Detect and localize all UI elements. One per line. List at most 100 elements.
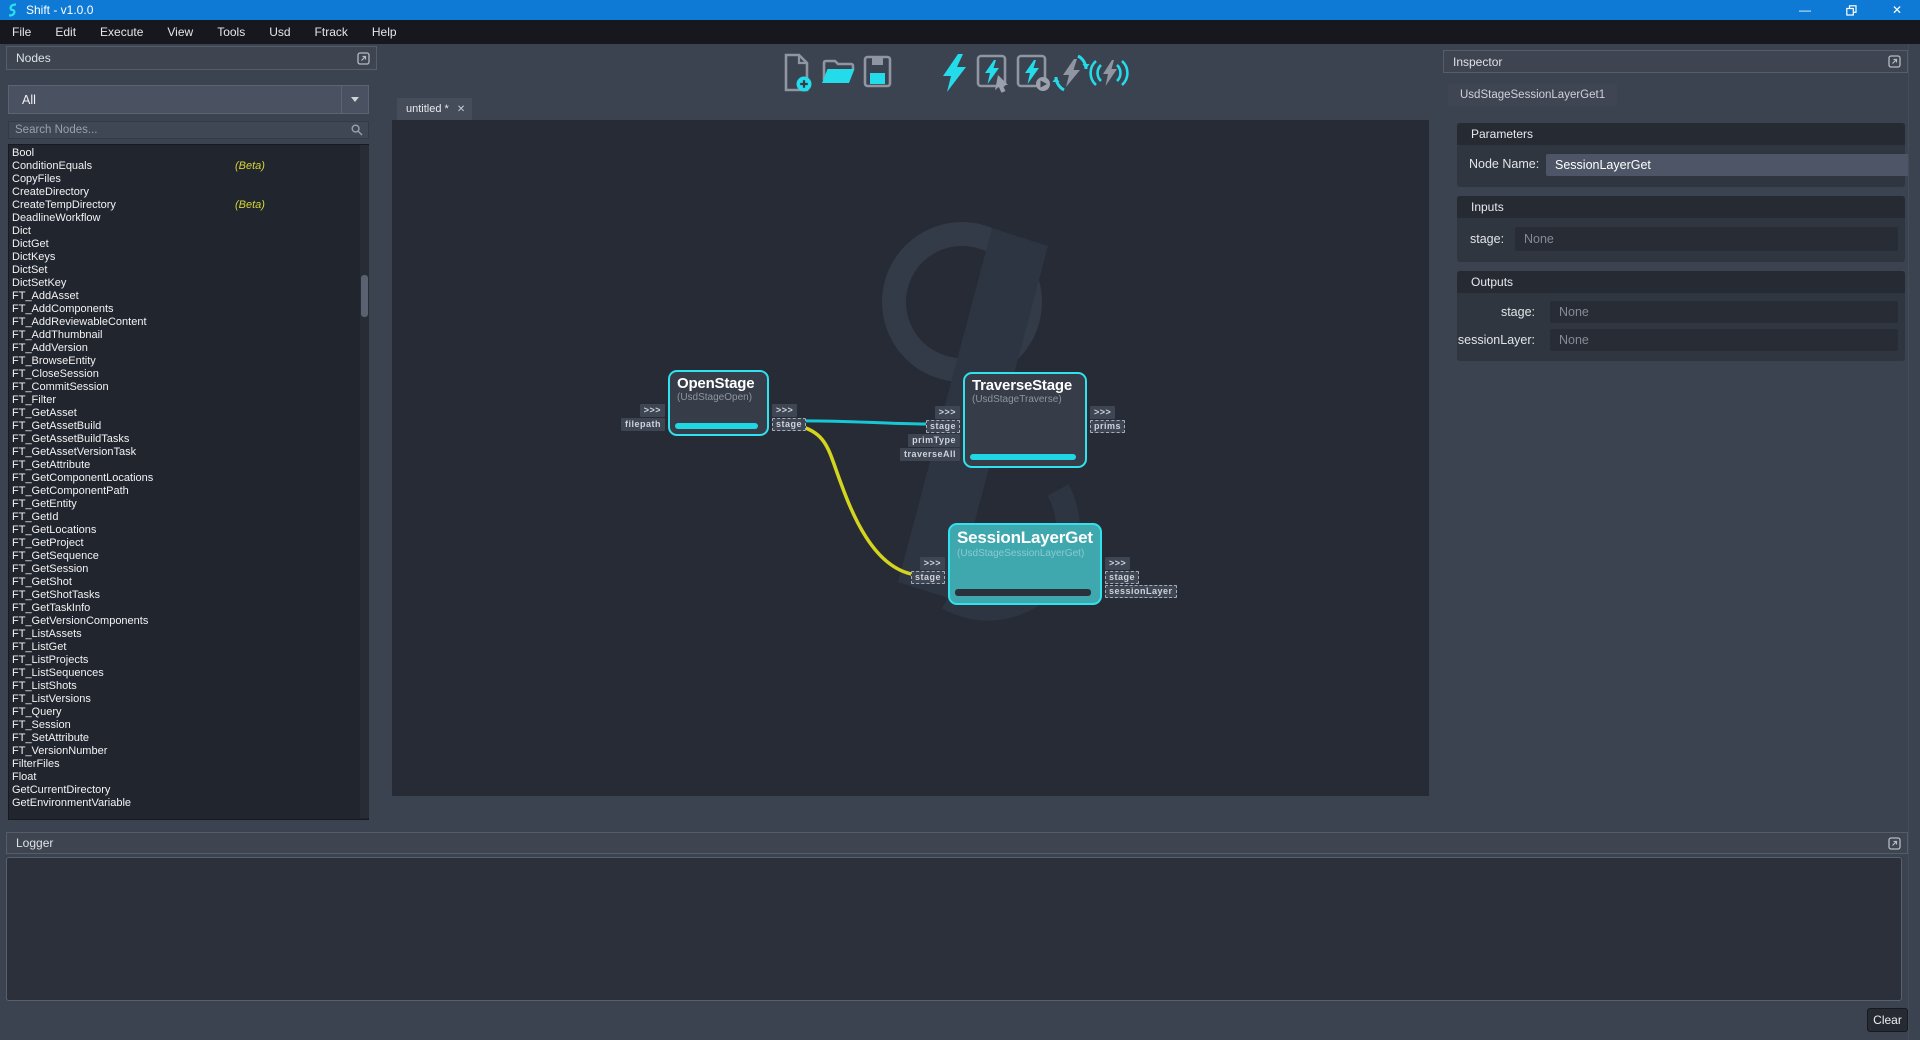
node-list-item[interactable]: FT_GetEntity xyxy=(9,498,368,511)
node-list-item[interactable]: FT_ListProjects xyxy=(9,654,368,667)
live-execute-button[interactable] xyxy=(1089,52,1129,94)
node-list-item[interactable]: GetCurrentDirectory xyxy=(9,784,368,797)
execute-selected-button[interactable] xyxy=(973,52,1013,94)
list-scrollbar-handle[interactable] xyxy=(361,275,368,317)
menu-item[interactable]: Tools xyxy=(205,20,257,44)
node-list-item[interactable]: FT_AddVersion xyxy=(9,342,368,355)
node-list-item[interactable]: FT_GetVersionComponents xyxy=(9,615,368,628)
node-list-item[interactable]: FT_GetAssetVersionTask xyxy=(9,446,368,459)
node-list-item[interactable]: FT_GetShot xyxy=(9,576,368,589)
node-list-item[interactable]: FT_Query xyxy=(9,706,368,719)
tab-close-icon[interactable]: ✕ xyxy=(457,104,465,115)
node-list-item[interactable]: FT_GetComponentLocations xyxy=(9,472,368,485)
node-filter-dropdown[interactable]: All xyxy=(8,85,369,114)
node-list-item[interactable]: Float xyxy=(9,771,368,784)
node-list-item[interactable]: FT_GetShotTasks xyxy=(9,589,368,602)
save-graph-button[interactable] xyxy=(857,52,897,94)
node-list-item[interactable]: FT_AddReviewableContent xyxy=(9,316,368,329)
input-port[interactable]: >>> xyxy=(935,406,960,419)
node-list-item[interactable]: FT_GetSequence xyxy=(9,550,368,563)
graph-node-traversestage[interactable]: TraverseStage (UsdStageTraverse) >>>stag… xyxy=(963,372,1087,468)
output-port[interactable]: >>> xyxy=(772,404,797,417)
execute-from-selected-button[interactable] xyxy=(1013,52,1053,94)
node-list-item[interactable]: DictKeys xyxy=(9,251,368,264)
new-graph-button[interactable] xyxy=(777,52,817,94)
node-list-item[interactable]: FT_SetAttribute xyxy=(9,732,368,745)
node-list-item[interactable]: FT_Filter xyxy=(9,394,368,407)
node-list-item[interactable]: DictGet xyxy=(9,238,368,251)
node-list-item[interactable]: FT_AddThumbnail xyxy=(9,329,368,342)
undock-panel-icon[interactable] xyxy=(1888,55,1901,68)
output-port[interactable]: stage xyxy=(1105,571,1139,584)
input-port[interactable]: >>> xyxy=(640,404,665,417)
input-port[interactable]: >>> xyxy=(920,557,945,570)
execute-button[interactable] xyxy=(934,52,974,94)
node-list-item[interactable]: FT_AddAsset xyxy=(9,290,368,303)
minimize-button[interactable]: — xyxy=(1782,0,1828,20)
node-list-item[interactable]: FT_GetId xyxy=(9,511,368,524)
node-list-item[interactable]: FT_ListGet xyxy=(9,641,368,654)
menu-item[interactable]: Ftrack xyxy=(303,20,360,44)
undock-panel-icon[interactable] xyxy=(357,52,370,65)
input-port[interactable]: traverseAll xyxy=(900,448,960,461)
output-port[interactable]: stage xyxy=(772,418,806,431)
list-scrollbar-track[interactable] xyxy=(360,145,369,818)
node-list-item[interactable]: FT_VersionNumber xyxy=(9,745,368,758)
dropdown-arrow-icon[interactable] xyxy=(341,86,368,113)
node-list-item[interactable]: FT_GetAssetBuild xyxy=(9,420,368,433)
graph-tab[interactable]: untitled * ✕ xyxy=(397,98,472,120)
node-list-item[interactable]: GetEnvironmentVariable xyxy=(9,797,368,810)
node-list-item[interactable]: ConditionEquals (Beta) xyxy=(9,160,368,173)
re-execute-button[interactable] xyxy=(1051,52,1091,94)
node-list-item[interactable]: FT_GetComponentPath xyxy=(9,485,368,498)
output-port[interactable]: >>> xyxy=(1090,406,1115,419)
restore-button[interactable] xyxy=(1828,0,1874,20)
node-list-item[interactable]: FT_ListShots xyxy=(9,680,368,693)
node-list-item[interactable]: CreateTempDirectory (Beta) xyxy=(9,199,368,212)
menu-item[interactable]: Help xyxy=(360,20,409,44)
node-list-item[interactable]: DictSet xyxy=(9,264,368,277)
node-list-item[interactable]: DictSetKey xyxy=(9,277,368,290)
menu-item[interactable]: Edit xyxy=(43,20,88,44)
node-list-item[interactable]: DeadlineWorkflow xyxy=(9,212,368,225)
node-list-item[interactable]: FT_BrowseEntity xyxy=(9,355,368,368)
output-port[interactable]: >>> xyxy=(1105,557,1130,570)
node-list-item[interactable]: FT_GetTaskInfo xyxy=(9,602,368,615)
node-list-item[interactable]: FT_ListVersions xyxy=(9,693,368,706)
input-port[interactable]: stage xyxy=(911,571,945,584)
output-port[interactable]: sessionLayer xyxy=(1105,585,1177,598)
node-list-item[interactable]: CreateDirectory xyxy=(9,186,368,199)
search-nodes-input[interactable] xyxy=(9,124,351,136)
node-name-input[interactable] xyxy=(1546,154,1916,176)
graph-node-sessionlayerget[interactable]: SessionLayerGet (UsdStageSessionLayerGet… xyxy=(948,523,1102,605)
node-list-item[interactable]: FT_GetLocations xyxy=(9,524,368,537)
node-list-item[interactable]: FT_GetAsset xyxy=(9,407,368,420)
node-list-item[interactable]: FT_AddComponents xyxy=(9,303,368,316)
node-list-item[interactable]: FilterFiles xyxy=(9,758,368,771)
node-list-item[interactable]: FT_Session xyxy=(9,719,368,732)
menu-item[interactable]: Usd xyxy=(257,20,302,44)
menu-item[interactable]: Execute xyxy=(88,20,155,44)
node-list-item[interactable]: FT_ListAssets xyxy=(9,628,368,641)
input-port[interactable]: primType xyxy=(908,434,960,447)
graph-node-openstage[interactable]: OpenStage (UsdStageOpen) >>>filepath >>>… xyxy=(668,370,769,436)
wire-stage-to-sessionlayerget[interactable] xyxy=(796,425,917,575)
graph-canvas[interactable]: OpenStage (UsdStageOpen) >>>filepath >>>… xyxy=(392,120,1429,796)
node-list-item[interactable]: Dict xyxy=(9,225,368,238)
node-list-item[interactable]: FT_GetSession xyxy=(9,563,368,576)
input-port[interactable]: filepath xyxy=(621,418,665,431)
input-port[interactable]: stage xyxy=(926,420,960,433)
undock-panel-icon[interactable] xyxy=(1888,837,1901,850)
node-list-item[interactable]: FT_CommitSession xyxy=(9,381,368,394)
node-list-item[interactable]: FT_ListSequences xyxy=(9,667,368,680)
output-port[interactable]: prims xyxy=(1090,420,1125,433)
node-list-item[interactable]: FT_GetAttribute xyxy=(9,459,368,472)
node-list-item[interactable]: CopyFiles xyxy=(9,173,368,186)
node-list-item[interactable]: FT_CloseSession xyxy=(9,368,368,381)
menu-item[interactable]: File xyxy=(0,20,43,44)
node-list-item[interactable]: FT_GetAssetBuildTasks xyxy=(9,433,368,446)
close-button[interactable]: ✕ xyxy=(1874,0,1920,20)
open-graph-button[interactable] xyxy=(818,52,858,94)
node-list-item[interactable]: FT_GetProject xyxy=(9,537,368,550)
menu-item[interactable]: View xyxy=(155,20,205,44)
